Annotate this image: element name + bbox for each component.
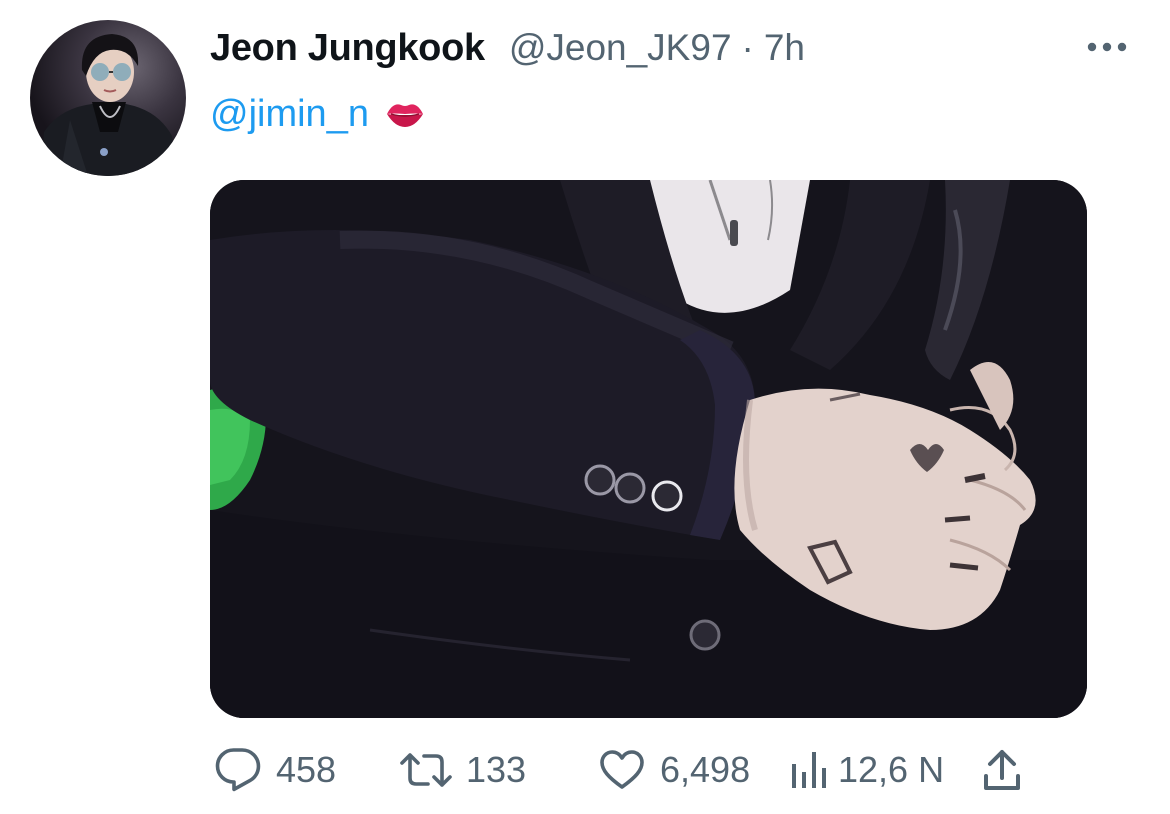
retweet-icon	[400, 746, 452, 794]
share-icon	[980, 746, 1024, 794]
tweet-header: Jeon Jungkook @Jeon_JK97 · 7h	[210, 22, 805, 74]
tweet-actions: 458 133 6,498 12,6 N	[210, 740, 1110, 800]
separator-dot: ·	[741, 27, 754, 68]
avatar[interactable]	[30, 20, 186, 176]
reply-icon	[214, 746, 262, 794]
views-button[interactable]: 12,6 N	[790, 740, 944, 800]
timestamp[interactable]: 7h	[764, 27, 805, 69]
reply-count: 458	[276, 749, 337, 790]
like-count: 6,498	[660, 749, 751, 790]
tweet: Jeon Jungkook @Jeon_JK97 · 7h @jimin_n 4…	[0, 0, 1170, 814]
retweet-count: 133	[466, 749, 527, 790]
views-count: 12,6 N	[838, 749, 945, 790]
views-chart-icon	[790, 748, 830, 792]
heart-icon	[598, 746, 646, 794]
kiss-mark-icon	[385, 99, 425, 129]
display-name[interactable]: Jeon Jungkook	[210, 27, 485, 70]
mention-link[interactable]: @jimin_n	[210, 93, 369, 136]
more-horizontal-icon	[1087, 42, 1127, 52]
retweet-button[interactable]: 133	[400, 740, 526, 800]
share-button[interactable]	[980, 740, 1024, 800]
user-handle[interactable]: @Jeon_JK97	[509, 27, 732, 69]
like-button[interactable]: 6,498	[598, 740, 750, 800]
more-options-button[interactable]	[1082, 30, 1132, 64]
tweet-photo[interactable]	[210, 180, 1087, 718]
tweet-text: @jimin_n	[210, 88, 425, 140]
reply-button[interactable]: 458	[214, 740, 336, 800]
